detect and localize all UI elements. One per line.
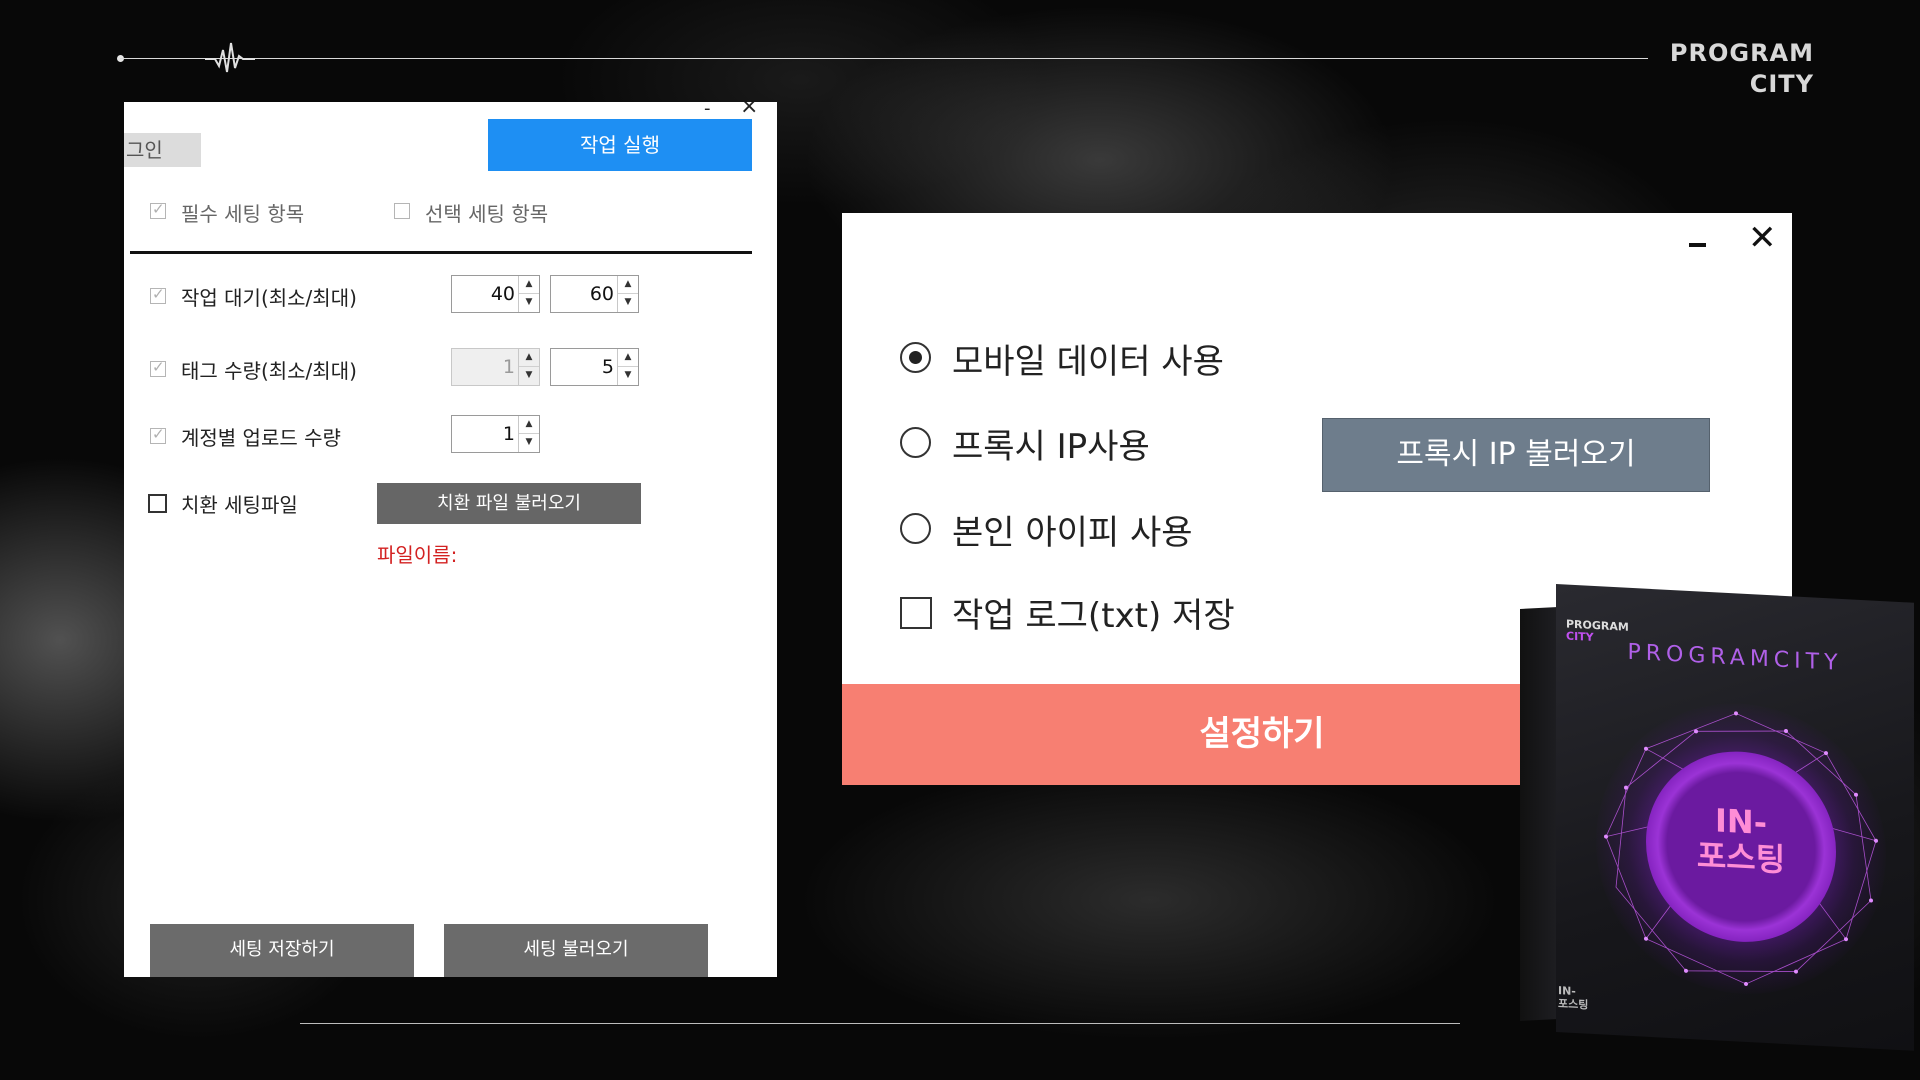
required-settings-label: 필수 세팅 항목 (181, 202, 305, 226)
save-log-label: 작업 로그(txt) 저장 (952, 596, 1235, 636)
decrement-icon[interactable]: ▼ (618, 294, 638, 311)
task-wait-max-value: 60 (589, 283, 614, 305)
increment-icon[interactable]: ▲ (519, 276, 539, 294)
brand-line-1: PROGRAM (1669, 39, 1814, 67)
tag-count-label: 태그 수량(최소/최대) (181, 359, 357, 383)
own-ip-label: 본인 아이피 사용 (952, 513, 1193, 553)
replace-settings-label: 치환 세팅파일 (181, 493, 298, 517)
task-wait-checkbox[interactable] (150, 285, 166, 304)
task-wait-max-stepper[interactable]: 60 ▲ ▼ (550, 275, 639, 313)
top-divider-line (120, 58, 1648, 59)
box-side (1520, 607, 1558, 1021)
task-wait-min-stepper[interactable]: 40 ▲ ▼ (451, 275, 540, 313)
login-button[interactable]: 그인 (124, 133, 201, 167)
increment-icon[interactable]: ▲ (618, 349, 638, 367)
decrement-icon[interactable]: ▼ (519, 367, 539, 384)
proxy-ip-radio[interactable] (900, 427, 931, 458)
upload-count-label: 계정별 업로드 수량 (181, 426, 341, 450)
decrement-icon[interactable]: ▼ (618, 367, 638, 384)
decrement-icon[interactable]: ▼ (519, 434, 539, 451)
increment-icon[interactable]: ▲ (519, 349, 539, 367)
tag-count-checkbox[interactable] (150, 358, 166, 377)
minimize-button[interactable]: - (704, 102, 711, 119)
replace-settings-checkbox[interactable] (148, 494, 167, 513)
brand-line-2: CITY (1749, 70, 1814, 98)
box-footer-line-2: 포스팅 (1558, 997, 1589, 1012)
box-title: PROGRAMCITY (1627, 639, 1843, 677)
box-product-name: IN- 포스팅 (1636, 798, 1846, 881)
minimize-button[interactable] (1689, 243, 1706, 247)
run-task-button[interactable]: 작업 실행 (488, 119, 752, 171)
optional-settings-label: 선택 세팅 항목 (425, 202, 549, 226)
filename-label: 파일이름: (377, 543, 458, 567)
box-footer-label: IN- 포스팅 (1558, 984, 1588, 1012)
settings-window: - × 그인 작업 실행 필수 세팅 항목 선택 세팅 항목 작업 대기(최소/… (124, 102, 777, 977)
save-log-checkbox[interactable] (900, 597, 932, 629)
task-wait-min-value: 40 (490, 283, 515, 305)
tag-count-max-value: 5 (601, 356, 614, 378)
load-settings-button[interactable]: 세팅 불러오기 (444, 924, 708, 977)
optional-settings-checkbox[interactable] (394, 203, 410, 219)
decrement-icon[interactable]: ▼ (519, 294, 539, 311)
close-button[interactable]: × (740, 102, 758, 119)
box-front: PROGRAM CITY PROGRAMCITY IN- 포스팅 IN- 포스팅 (1556, 584, 1914, 1051)
mobile-data-radio[interactable] (900, 342, 931, 373)
own-ip-radio[interactable] (900, 513, 931, 544)
task-wait-label: 작업 대기(최소/최대) (181, 286, 357, 310)
load-proxy-button[interactable]: 프록시 IP 불러오기 (1322, 418, 1710, 492)
required-settings-checkbox[interactable] (150, 200, 166, 219)
save-settings-button[interactable]: 세팅 저장하기 (150, 924, 414, 977)
upload-count-stepper[interactable]: 1 ▲ ▼ (451, 415, 540, 453)
proxy-ip-label: 프록시 IP사용 (952, 427, 1150, 467)
tag-count-min-stepper[interactable]: 1 ▲ ▼ (451, 348, 540, 386)
load-replace-file-button[interactable]: 치환 파일 불러오기 (377, 483, 641, 524)
mobile-data-label: 모바일 데이터 사용 (952, 342, 1224, 382)
bottom-divider-line (300, 1023, 1460, 1024)
tag-count-min-value: 1 (502, 356, 515, 378)
apply-settings-label: 설정하기 (1199, 714, 1325, 754)
increment-icon[interactable]: ▲ (519, 416, 539, 434)
heartbeat-wave-icon (205, 42, 255, 73)
upload-count-value: 1 (502, 423, 515, 445)
close-button[interactable]: ✕ (1748, 218, 1777, 258)
brand-logo: PROGRAM CITY (1670, 38, 1814, 100)
increment-icon[interactable]: ▲ (618, 276, 638, 294)
product-box-image: PROGRAM CITY PROGRAMCITY IN- 포스팅 IN- 포스팅 (1520, 584, 1920, 1054)
upload-count-checkbox[interactable] (150, 425, 166, 444)
section-divider (130, 251, 752, 254)
tag-count-max-stepper[interactable]: 5 ▲ ▼ (550, 348, 639, 386)
